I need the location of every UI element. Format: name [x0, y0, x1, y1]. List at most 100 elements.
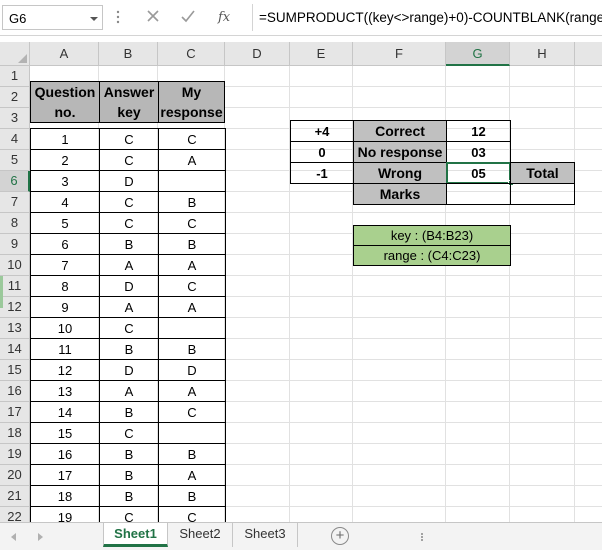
label-noresp-cell[interactable]: No response — [353, 141, 447, 163]
row-header-21[interactable]: 21 — [0, 486, 30, 507]
row-header-13[interactable]: 13 — [0, 318, 30, 339]
my-response-cell[interactable] — [158, 170, 226, 192]
question-no-cell[interactable]: 6 — [30, 233, 100, 255]
scroll-left-icon[interactable] — [8, 531, 20, 543]
my-response-cell[interactable]: C — [158, 275, 226, 297]
answer-key-cell[interactable]: B — [99, 401, 159, 423]
column-header-f[interactable]: F — [353, 42, 446, 66]
answer-key-cell[interactable]: B — [99, 464, 159, 486]
question-no-cell[interactable]: 12 — [30, 359, 100, 381]
my-response-cell[interactable]: B — [158, 233, 226, 255]
row-header-10[interactable]: 10 — [0, 255, 30, 276]
label-wrong-cell[interactable]: Wrong — [353, 162, 447, 184]
my-response-cell[interactable] — [158, 317, 226, 339]
question-no-cell[interactable]: 7 — [30, 254, 100, 276]
row-header-22[interactable]: 22 — [0, 507, 30, 522]
row-header-2[interactable]: 2 — [0, 87, 30, 108]
function-icon[interactable]: fx — [217, 8, 233, 24]
value-correct-cell[interactable]: 12 — [446, 120, 511, 142]
enter-icon[interactable] — [180, 8, 196, 24]
value-marks-cell[interactable] — [446, 183, 511, 205]
row-header-3[interactable]: 3 — [0, 108, 30, 129]
row-header-11[interactable]: 11 — [0, 276, 30, 297]
question-no-cell[interactable]: 5 — [30, 212, 100, 234]
answer-key-cell[interactable]: B — [99, 485, 159, 507]
spreadsheet-grid[interactable]: ABCDEFGH 1 2 3 4 5 6 7 8 9 10 11 12 13 14 15 16 17 18 19 20… — [0, 36, 602, 522]
question-no-cell[interactable]: 15 — [30, 422, 100, 444]
my-response-cell[interactable] — [158, 422, 226, 444]
question-no-cell[interactable]: 18 — [30, 485, 100, 507]
my-response-cell[interactable]: B — [158, 443, 226, 465]
my-response-cell[interactable]: B — [158, 338, 226, 360]
answer-key-cell[interactable]: A — [99, 380, 159, 402]
question-no-cell[interactable]: 17 — [30, 464, 100, 486]
answer-key-cell[interactable]: C — [99, 506, 159, 522]
row-header-9[interactable]: 9 — [0, 234, 30, 255]
drag-handle-icon[interactable] — [420, 532, 424, 542]
column-header-a[interactable]: A — [30, 42, 99, 66]
question-no-cell[interactable]: 2 — [30, 149, 100, 171]
row-header-7[interactable]: 7 — [0, 192, 30, 213]
row-header-6[interactable]: 6 — [0, 171, 30, 192]
row-header-20[interactable]: 20 — [0, 465, 30, 486]
row-header-18[interactable]: 18 — [0, 423, 30, 444]
sheet-tab-sheet2[interactable]: Sheet2 — [168, 523, 233, 547]
row-header-17[interactable]: 17 — [0, 402, 30, 423]
label-correct-cell[interactable]: Correct — [353, 120, 447, 142]
named-range-range[interactable]: range : (C4:C23) — [353, 245, 511, 266]
my-response-cell[interactable]: A — [158, 254, 226, 276]
question-no-cell[interactable]: 11 — [30, 338, 100, 360]
row-header-12[interactable]: 12 — [0, 297, 30, 318]
row-header-1[interactable]: 1 — [0, 66, 30, 87]
question-no-cell[interactable]: 8 — [30, 275, 100, 297]
answer-key-cell[interactable]: D — [99, 359, 159, 381]
drag-handle-icon[interactable] — [116, 10, 120, 24]
marks-wrong-cell[interactable]: -1 — [290, 162, 354, 184]
value-noresp-cell[interactable]: 03 — [446, 141, 511, 163]
sheet-tab-sheet1[interactable]: Sheet1 — [103, 523, 168, 547]
column-header-c[interactable]: C — [158, 42, 225, 66]
named-range-key[interactable]: key : (B4:B23) — [353, 225, 511, 246]
my-response-cell[interactable]: A — [158, 464, 226, 486]
formula-input[interactable]: =SUMPRODUCT((key<>range)+0)-COUNTBLANK(r… — [252, 4, 602, 31]
column-header-h[interactable]: H — [510, 42, 575, 66]
row-header-19[interactable]: 19 — [0, 444, 30, 465]
marks-noresp-cell[interactable]: 0 — [290, 141, 354, 163]
question-no-cell[interactable]: 19 — [30, 506, 100, 522]
answer-key-cell[interactable]: D — [99, 170, 159, 192]
column-header-d[interactable]: D — [225, 42, 290, 66]
answer-key-cell[interactable]: B — [99, 233, 159, 255]
select-all-button[interactable] — [0, 42, 30, 66]
answer-key-cell[interactable]: C — [99, 149, 159, 171]
name-box[interactable]: G6 — [2, 5, 103, 30]
row-header-5[interactable]: 5 — [0, 150, 30, 171]
answer-key-cell[interactable]: C — [99, 317, 159, 339]
my-response-cell[interactable]: B — [158, 191, 226, 213]
answer-key-cell[interactable]: C — [99, 191, 159, 213]
my-response-cell[interactable]: A — [158, 296, 226, 318]
answer-key-cell[interactable]: A — [99, 254, 159, 276]
answer-key-cell[interactable]: B — [99, 443, 159, 465]
cancel-icon[interactable] — [145, 8, 161, 24]
marks-correct-cell[interactable]: +4 — [290, 120, 354, 142]
add-sheet-button[interactable]: + — [331, 527, 349, 545]
column-header-g[interactable]: G — [446, 42, 510, 66]
row-header-8[interactable]: 8 — [0, 213, 30, 234]
chevron-down-icon[interactable] — [89, 14, 99, 24]
column-header-partial[interactable] — [575, 42, 602, 66]
my-response-cell[interactable]: B — [158, 485, 226, 507]
question-no-cell[interactable]: 1 — [30, 128, 100, 150]
my-response-cell[interactable]: D — [158, 359, 226, 381]
question-no-cell[interactable]: 9 — [30, 296, 100, 318]
header-my-response[interactable]: My response — [158, 81, 225, 123]
row-header-4[interactable]: 4 — [0, 129, 30, 150]
my-response-cell[interactable]: C — [158, 401, 226, 423]
question-no-cell[interactable]: 14 — [30, 401, 100, 423]
question-no-cell[interactable]: 4 — [30, 191, 100, 213]
column-header-e[interactable]: E — [290, 42, 353, 66]
my-response-cell[interactable]: A — [158, 149, 226, 171]
row-header-16[interactable]: 16 — [0, 381, 30, 402]
label-marks-cell[interactable]: Marks — [353, 183, 447, 205]
my-response-cell[interactable]: C — [158, 128, 226, 150]
question-no-cell[interactable]: 10 — [30, 317, 100, 339]
